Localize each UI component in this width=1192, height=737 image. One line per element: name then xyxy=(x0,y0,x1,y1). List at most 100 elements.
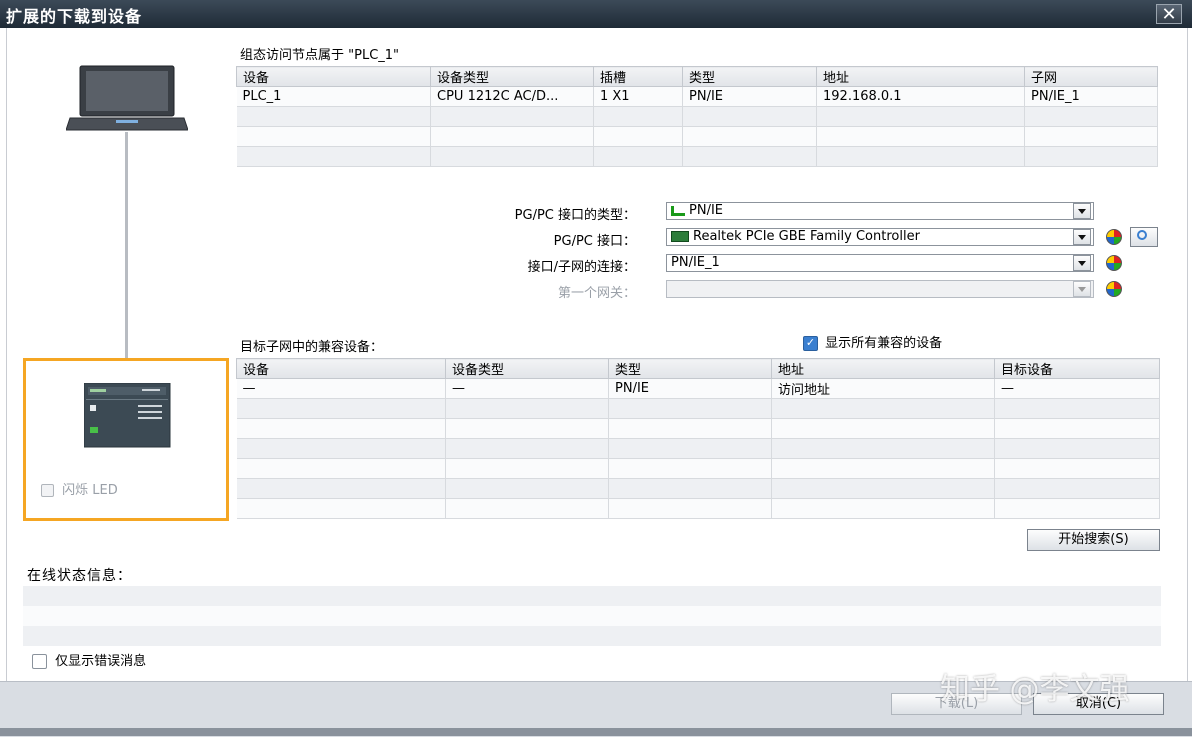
cell xyxy=(593,106,683,127)
cell: — xyxy=(445,378,609,399)
bottom-border xyxy=(0,728,1192,736)
cell xyxy=(236,398,446,419)
cell xyxy=(608,498,772,519)
compatible-header-row: 设备 设备类型 类型 地址 目标设备 xyxy=(236,358,1160,379)
table-row[interactable] xyxy=(236,458,1160,479)
cell: — xyxy=(236,378,446,399)
only-errors-box[interactable] xyxy=(32,654,47,669)
table-row[interactable] xyxy=(236,478,1160,499)
magnifier-icon xyxy=(1137,230,1147,240)
cell xyxy=(771,398,995,419)
properties-icon[interactable] xyxy=(1130,227,1158,247)
flash-led-checkbox[interactable]: 闪烁 LED xyxy=(41,479,118,498)
cell xyxy=(608,438,772,459)
flash-led-box[interactable] xyxy=(41,484,54,497)
pgpc-type-select[interactable]: PN/IE xyxy=(666,202,1094,220)
cell: — xyxy=(994,378,1160,399)
diagnostics-icon[interactable] xyxy=(1106,229,1122,245)
cell xyxy=(816,126,1025,147)
cell xyxy=(608,398,772,419)
status-row xyxy=(23,586,1161,606)
check-icon[interactable]: ✓ xyxy=(803,336,818,351)
network-line xyxy=(125,132,128,358)
table-row[interactable]: PLC_1 CPU 1212C AC/D... 1 X1 PN/IE 192.1… xyxy=(236,86,1158,107)
cell xyxy=(682,126,817,147)
cell xyxy=(236,498,446,519)
table-row[interactable] xyxy=(236,438,1160,459)
cell xyxy=(1024,106,1158,127)
cell: PN/IE_1 xyxy=(1024,86,1158,107)
col-address[interactable]: 地址 xyxy=(771,358,995,379)
cell xyxy=(994,498,1160,519)
col-device[interactable]: 设备 xyxy=(236,358,446,379)
cell xyxy=(994,398,1160,419)
cell xyxy=(430,126,594,147)
status-row xyxy=(23,626,1161,646)
cell: 192.168.0.1 xyxy=(816,86,1025,107)
col-device-type[interactable]: 设备类型 xyxy=(430,66,594,87)
cell xyxy=(445,458,609,479)
cell xyxy=(236,458,446,479)
cell xyxy=(445,498,609,519)
show-all-label: 显示所有兼容的设备 xyxy=(825,336,943,351)
col-type[interactable]: 类型 xyxy=(608,358,772,379)
table-row[interactable]: — — PN/IE 访问地址 — xyxy=(236,378,1160,399)
window-title: 扩展的下载到设备 xyxy=(6,7,143,26)
cell xyxy=(771,498,995,519)
compatible-table: 设备 设备类型 类型 地址 目标设备 — — PN/IE 访问地址 — xyxy=(236,358,1160,519)
col-device[interactable]: 设备 xyxy=(236,66,431,87)
table-row[interactable] xyxy=(236,398,1160,419)
first-gateway-select[interactable] xyxy=(666,280,1094,298)
cell xyxy=(445,478,609,499)
table-row[interactable] xyxy=(236,126,1158,147)
chevron-down-icon[interactable] xyxy=(1073,255,1091,271)
table-row[interactable] xyxy=(236,106,1158,127)
table-row[interactable] xyxy=(236,146,1158,167)
configured-header-row: 设备 设备类型 插槽 类型 地址 子网 xyxy=(236,66,1158,87)
start-search-button[interactable]: 开始搜索(S) xyxy=(1027,529,1160,551)
cell xyxy=(430,146,594,167)
cell: PN/IE xyxy=(608,378,772,399)
subnet-connection-value: PN/IE_1 xyxy=(671,255,720,270)
subnet-connection-select[interactable]: PN/IE_1 xyxy=(666,254,1094,272)
cell xyxy=(445,398,609,419)
flash-led-label: 闪烁 LED xyxy=(62,483,118,498)
cell xyxy=(608,478,772,499)
subnet-connection-label: 接口/子网的连接： xyxy=(527,260,636,275)
cell xyxy=(1024,146,1158,167)
cell xyxy=(593,126,683,147)
col-target-device[interactable]: 目标设备 xyxy=(994,358,1160,379)
cell xyxy=(608,418,772,439)
chevron-down-icon[interactable] xyxy=(1073,229,1091,245)
pc-icon xyxy=(65,64,189,132)
chevron-down-icon[interactable] xyxy=(1073,281,1091,297)
table-row[interactable] xyxy=(236,498,1160,519)
diagnostics-icon[interactable] xyxy=(1106,255,1122,271)
cell xyxy=(682,146,817,167)
col-subnet[interactable]: 子网 xyxy=(1024,66,1158,87)
col-slot[interactable]: 插槽 xyxy=(593,66,683,87)
table-row[interactable] xyxy=(236,418,1160,439)
pgpc-interface-value: Realtek PCIe GBE Family Controller xyxy=(693,229,920,244)
chevron-down-icon[interactable] xyxy=(1073,203,1091,219)
cell xyxy=(593,146,683,167)
cell xyxy=(1024,126,1158,147)
cell xyxy=(236,478,446,499)
cell xyxy=(994,438,1160,459)
col-type[interactable]: 类型 xyxy=(682,66,817,87)
network-icon xyxy=(671,205,685,216)
close-button[interactable]: ✕ xyxy=(1156,4,1182,25)
only-errors-checkbox[interactable]: 仅显示错误消息 xyxy=(32,650,146,669)
plc-icon xyxy=(83,382,172,449)
cell xyxy=(236,418,446,439)
show-all-compatible-checkbox[interactable]: ✓ 显示所有兼容的设备 xyxy=(803,332,942,351)
cell xyxy=(236,106,431,127)
target-device-box: 闪烁 LED xyxy=(23,358,229,521)
cell: CPU 1212C AC/D... xyxy=(430,86,594,107)
cell: PLC_1 xyxy=(236,86,431,107)
configured-heading: 组态访问节点属于 "PLC_1" xyxy=(240,48,400,63)
pgpc-interface-select[interactable]: Realtek PCIe GBE Family Controller xyxy=(666,228,1094,246)
col-address[interactable]: 地址 xyxy=(816,66,1025,87)
col-device-type[interactable]: 设备类型 xyxy=(445,358,609,379)
diagnostics-icon[interactable] xyxy=(1106,281,1122,297)
